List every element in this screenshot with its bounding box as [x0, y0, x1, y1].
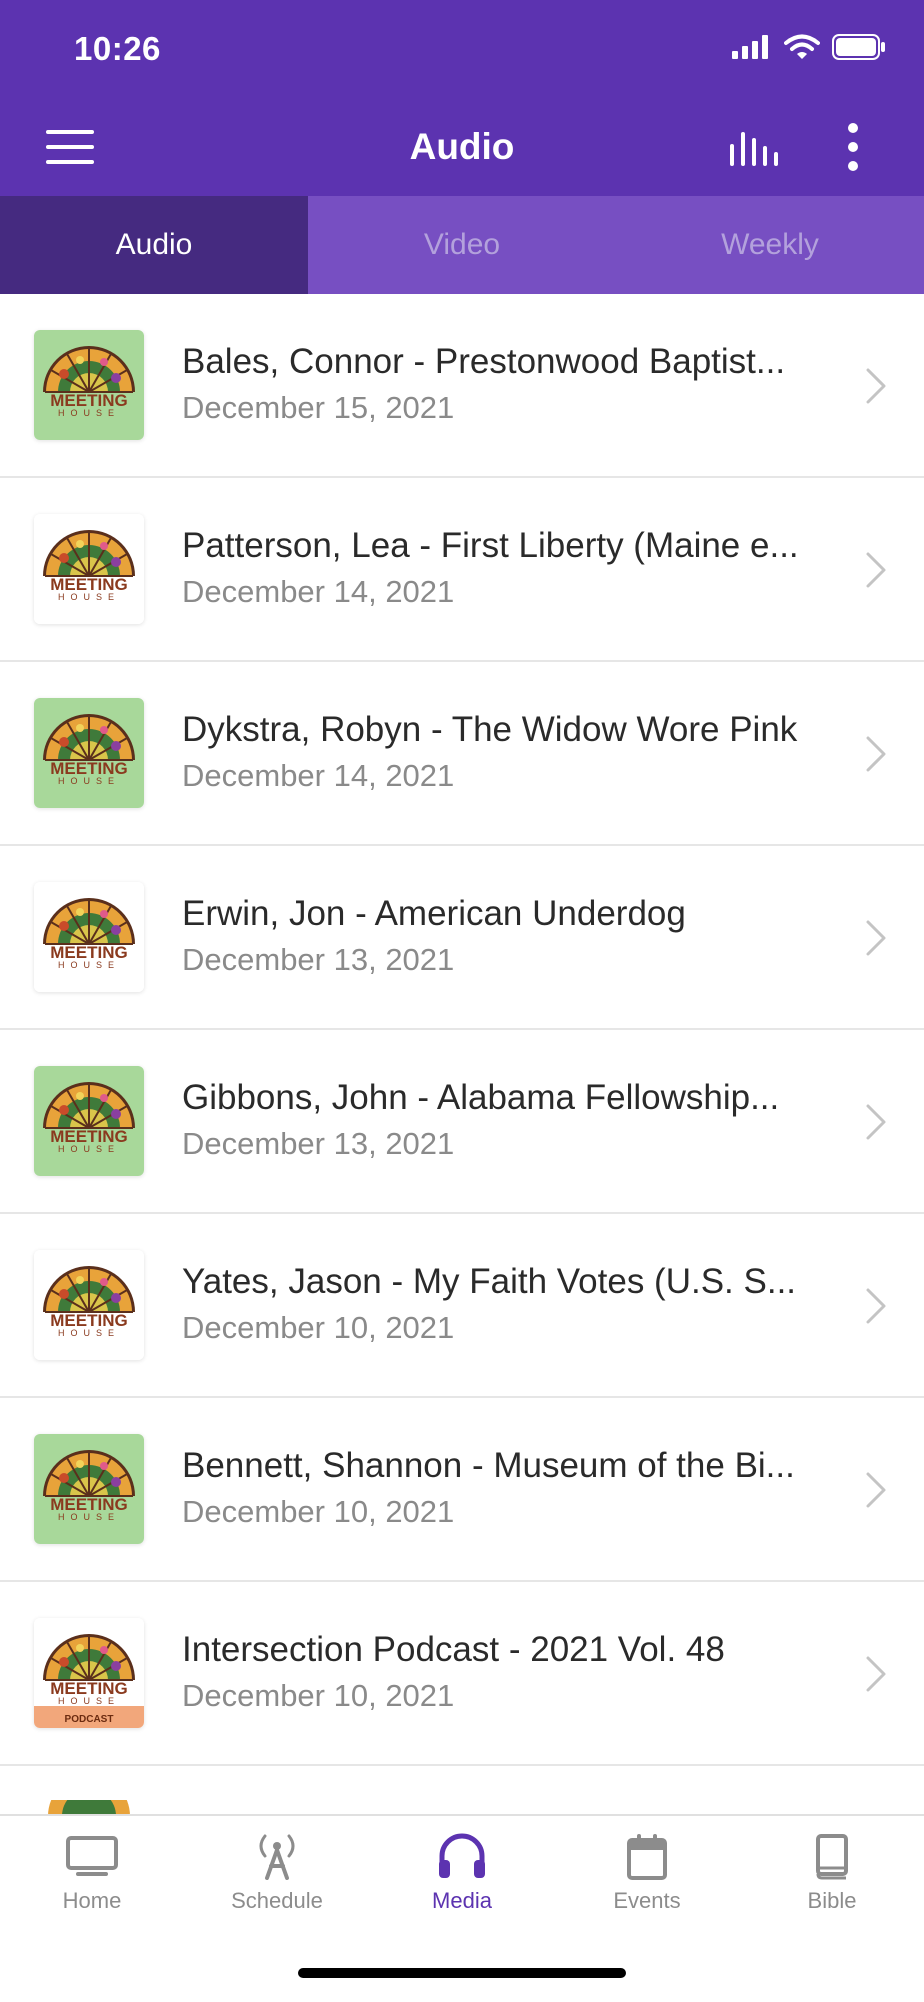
list-item-date: December 14, 2021 — [182, 758, 455, 793]
list-item-title: Intersection Podcast - 2021 Vol. 48 — [182, 1630, 725, 1669]
list-item[interactable]: MEETING HOUSE Dykstra, Robyn - The Widow W… — [0, 662, 924, 846]
svg-text:HOUSE: HOUSE — [58, 408, 120, 418]
media-thumbnail: MEETING HOUSE — [34, 1066, 144, 1176]
list-item[interactable]: MEETING HOUSE PODCAST Intersection Podcast … — [0, 1582, 924, 1766]
list-item[interactable]: MEETING HOUSE Erwin, Jon - American Underd… — [0, 846, 924, 1030]
tab-weekly[interactable]: Weekly — [616, 196, 924, 294]
chevron-right-icon — [866, 736, 886, 772]
podcast-label: PODCAST — [65, 1714, 114, 1725]
headphones-icon — [387, 1832, 537, 1880]
list-item[interactable]: MEETING HOUSE Patterson, Lea - First Liber… — [0, 478, 924, 662]
media-thumbnail: MEETING HOUSE — [34, 514, 144, 624]
chevron-right-icon — [866, 1104, 886, 1140]
antenna-icon — [202, 1832, 352, 1880]
wifi-icon — [784, 34, 820, 59]
chevron-right-icon — [866, 552, 886, 588]
tabbar-item-events[interactable]: Events — [572, 1832, 722, 1932]
list-item-date: December 10, 2021 — [182, 1310, 455, 1345]
list-item[interactable]: MEETING HOUSE Bales, Connor - Prestonwood … — [0, 294, 924, 478]
list-item-title: Patterson, Lea - First Liberty (Maine e.… — [182, 526, 799, 565]
status-icons — [732, 34, 886, 60]
monitor-icon — [17, 1832, 167, 1880]
list-item-title: Bennett, Shannon - Museum of the Bi... — [182, 1446, 795, 1485]
list-item-date: December 13, 2021 — [182, 942, 455, 977]
list-item-date: December 10, 2021 — [182, 1678, 455, 1713]
tab-audio[interactable]: Audio — [0, 196, 308, 294]
app-header: 10:26 Audio — [0, 0, 924, 196]
list-item[interactable]: MEETING HOUSE Yates, Jason - My Faith Vote… — [0, 1214, 924, 1398]
svg-text:HOUSE: HOUSE — [58, 1512, 120, 1522]
battery-icon — [832, 34, 885, 60]
chevron-right-icon — [866, 1472, 886, 1508]
list-item-date: December 15, 2021 — [182, 390, 455, 425]
calendar-icon — [572, 1832, 722, 1880]
list-item-date: December 14, 2021 — [182, 574, 455, 609]
tabbar-item-home[interactable]: Home — [17, 1832, 167, 1932]
media-thumbnail: MEETING HOUSE — [34, 698, 144, 808]
tabbar-label: Home — [62, 1888, 122, 1913]
list-item-date: December 10, 2021 — [182, 1494, 455, 1529]
tab-video[interactable]: Video — [308, 196, 616, 294]
svg-text:HOUSE: HOUSE — [58, 1696, 120, 1706]
tabbar-item-media[interactable]: Media — [387, 1832, 537, 1932]
chevron-right-icon — [866, 368, 886, 404]
status-time: 10:26 — [74, 30, 161, 67]
tabbar-label: Schedule — [231, 1888, 323, 1913]
media-thumbnail: MEETING HOUSE — [34, 882, 144, 992]
chevron-right-icon — [866, 920, 886, 956]
list-item-title: Dykstra, Robyn - The Widow Wore Pink — [182, 710, 798, 749]
svg-text:HOUSE: HOUSE — [58, 1328, 120, 1338]
svg-text:HOUSE: HOUSE — [58, 1144, 120, 1154]
list-item-date: December 13, 2021 — [182, 1126, 455, 1161]
media-thumbnail: MEETING HOUSE PODCAST — [34, 1618, 144, 1728]
list-item[interactable]: MEETING HOUSE Gibbons, John - Alabama Fell… — [0, 1030, 924, 1214]
signal-icon — [732, 35, 768, 59]
media-thumbnail: MEETING HOUSE — [34, 1434, 144, 1544]
tabbar-item-schedule[interactable]: Schedule — [202, 1832, 352, 1932]
tabbar-item-bible[interactable]: Bible — [757, 1832, 907, 1932]
media-thumbnail: MEETING HOUSE — [34, 1250, 144, 1360]
segment-tabs: Audio Video Weekly — [0, 196, 924, 294]
list-item-title: Bales, Connor - Prestonwood Baptist... — [182, 342, 786, 381]
list-item-title: Gibbons, John - Alabama Fellowship... — [182, 1078, 780, 1117]
chevron-right-icon — [866, 1288, 886, 1324]
tabbar-label: Bible — [807, 1888, 857, 1913]
book-icon — [757, 1832, 907, 1880]
svg-text:HOUSE: HOUSE — [58, 776, 120, 786]
media-thumbnail: MEETING HOUSE — [34, 330, 144, 440]
list-item-title: Erwin, Jon - American Underdog — [182, 894, 686, 933]
list-item[interactable]: MEETING HOUSE Bennett, Shannon - Museum of… — [0, 1398, 924, 1582]
media-list: MEETING HOUSE Bales, Connor - Prestonwood … — [0, 294, 924, 1766]
audio-bars-icon[interactable] — [722, 124, 786, 170]
list-item-title: Yates, Jason - My Faith Votes (U.S. S... — [182, 1262, 797, 1301]
chevron-right-icon — [866, 1656, 886, 1692]
tabbar-label: Events — [613, 1888, 681, 1913]
svg-text:HOUSE: HOUSE — [58, 592, 120, 602]
tabbar-label: Media — [432, 1888, 492, 1913]
more-options-icon[interactable] — [840, 122, 866, 172]
svg-text:HOUSE: HOUSE — [58, 960, 120, 970]
home-indicator[interactable] — [298, 1968, 626, 1978]
